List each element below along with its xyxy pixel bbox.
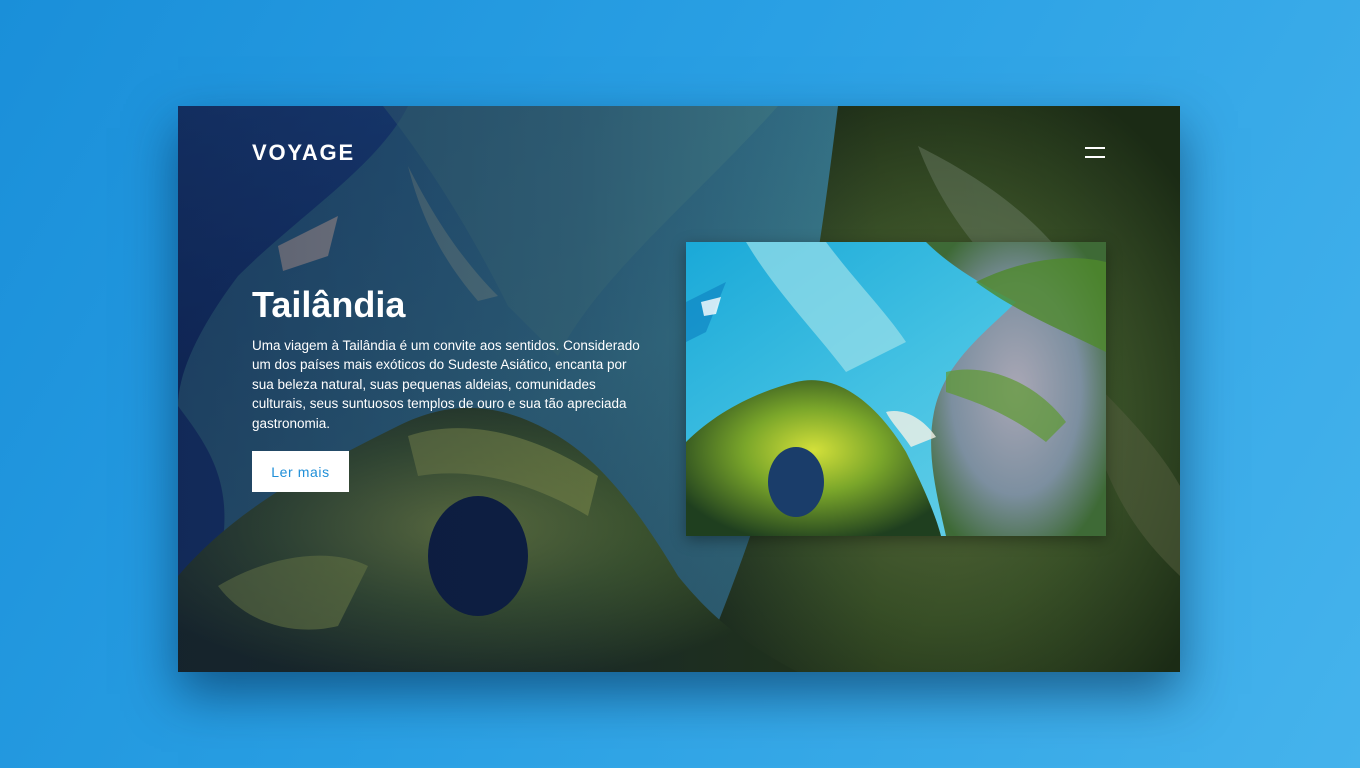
hero-description: Uma viagem à Tailândia é um convite aos …: [252, 338, 640, 431]
brand-logo[interactable]: VOYAGE: [252, 140, 355, 166]
hamburger-icon-line: [1085, 156, 1105, 158]
featured-aerial-image: [686, 242, 1106, 536]
hero-title: Tailândia: [252, 284, 406, 325]
hero-card: VOYAGE Tailândia Uma viagem à Tailândia …: [178, 106, 1180, 672]
hamburger-icon: [1085, 147, 1105, 149]
hamburger-menu-button[interactable]: [1082, 144, 1108, 162]
featured-image[interactable]: [686, 242, 1106, 536]
read-more-button[interactable]: Ler mais: [252, 451, 349, 492]
